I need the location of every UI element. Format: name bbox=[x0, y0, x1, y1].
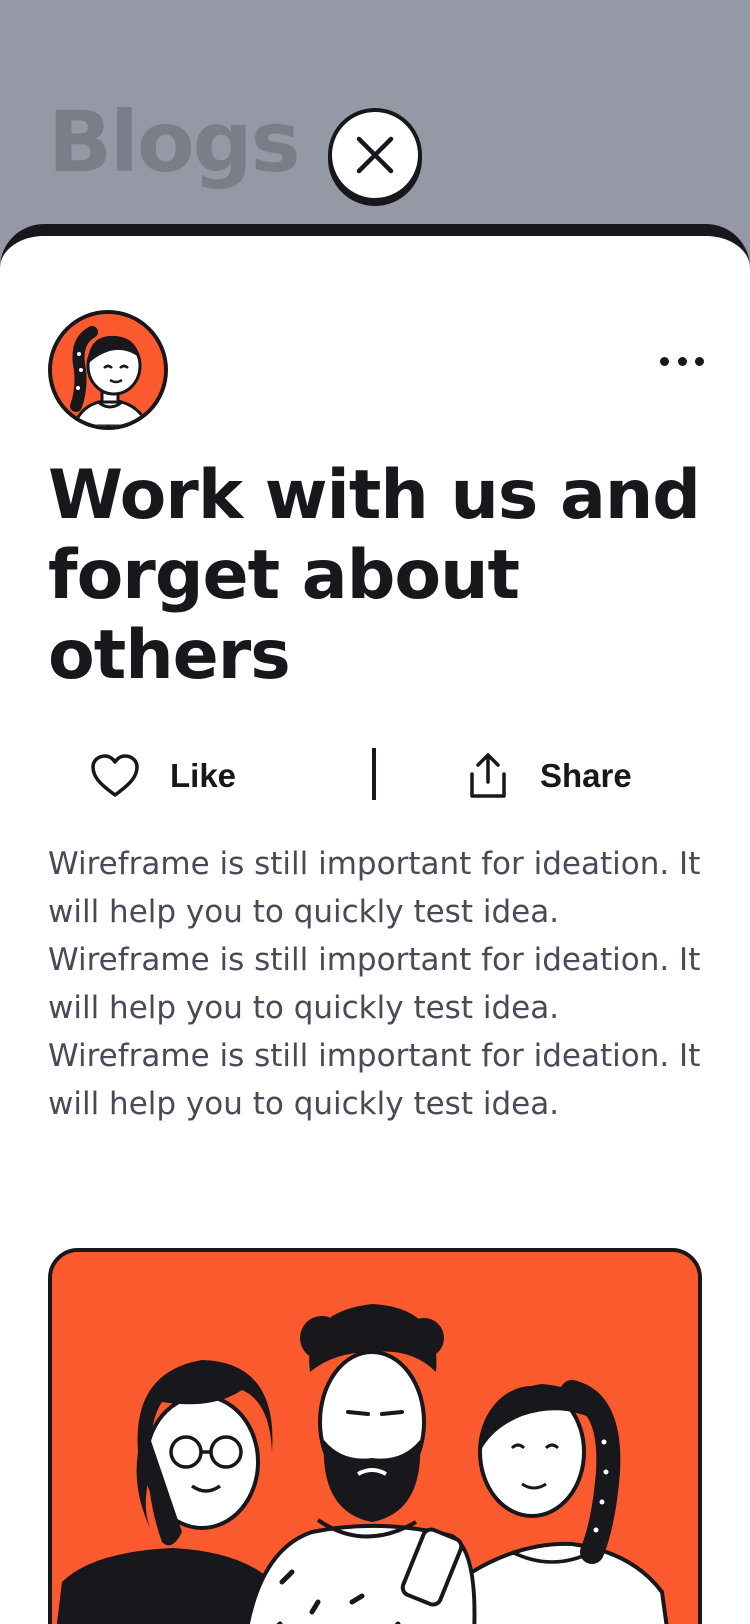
author-illustration bbox=[52, 314, 164, 426]
people-illustration bbox=[52, 1252, 698, 1624]
share-upload-icon bbox=[470, 753, 506, 798]
share-button[interactable]: Share bbox=[468, 746, 632, 806]
more-dot bbox=[677, 356, 687, 366]
close-icon bbox=[356, 136, 394, 174]
like-button[interactable]: Like bbox=[90, 746, 236, 806]
blog-post-sheet: Work with us and forget about others Lik… bbox=[0, 224, 750, 1624]
heart-icon bbox=[91, 754, 139, 797]
post-hero-illustration bbox=[48, 1248, 702, 1624]
more-horizontal-icon bbox=[660, 356, 669, 366]
more-options-button[interactable] bbox=[660, 348, 704, 374]
like-label: Like bbox=[170, 757, 237, 794]
post-actions: Like Share bbox=[0, 736, 750, 816]
author-avatar[interactable] bbox=[48, 310, 168, 430]
close-button[interactable] bbox=[328, 108, 422, 202]
page-heading: Blogs bbox=[48, 93, 301, 191]
post-body: Wireframe is still important for ideatio… bbox=[48, 846, 701, 1122]
actions-divider bbox=[372, 748, 376, 800]
more-dot bbox=[695, 356, 704, 366]
post-title: Work with us and forget about others bbox=[48, 456, 701, 695]
share-label: Share bbox=[540, 757, 632, 794]
